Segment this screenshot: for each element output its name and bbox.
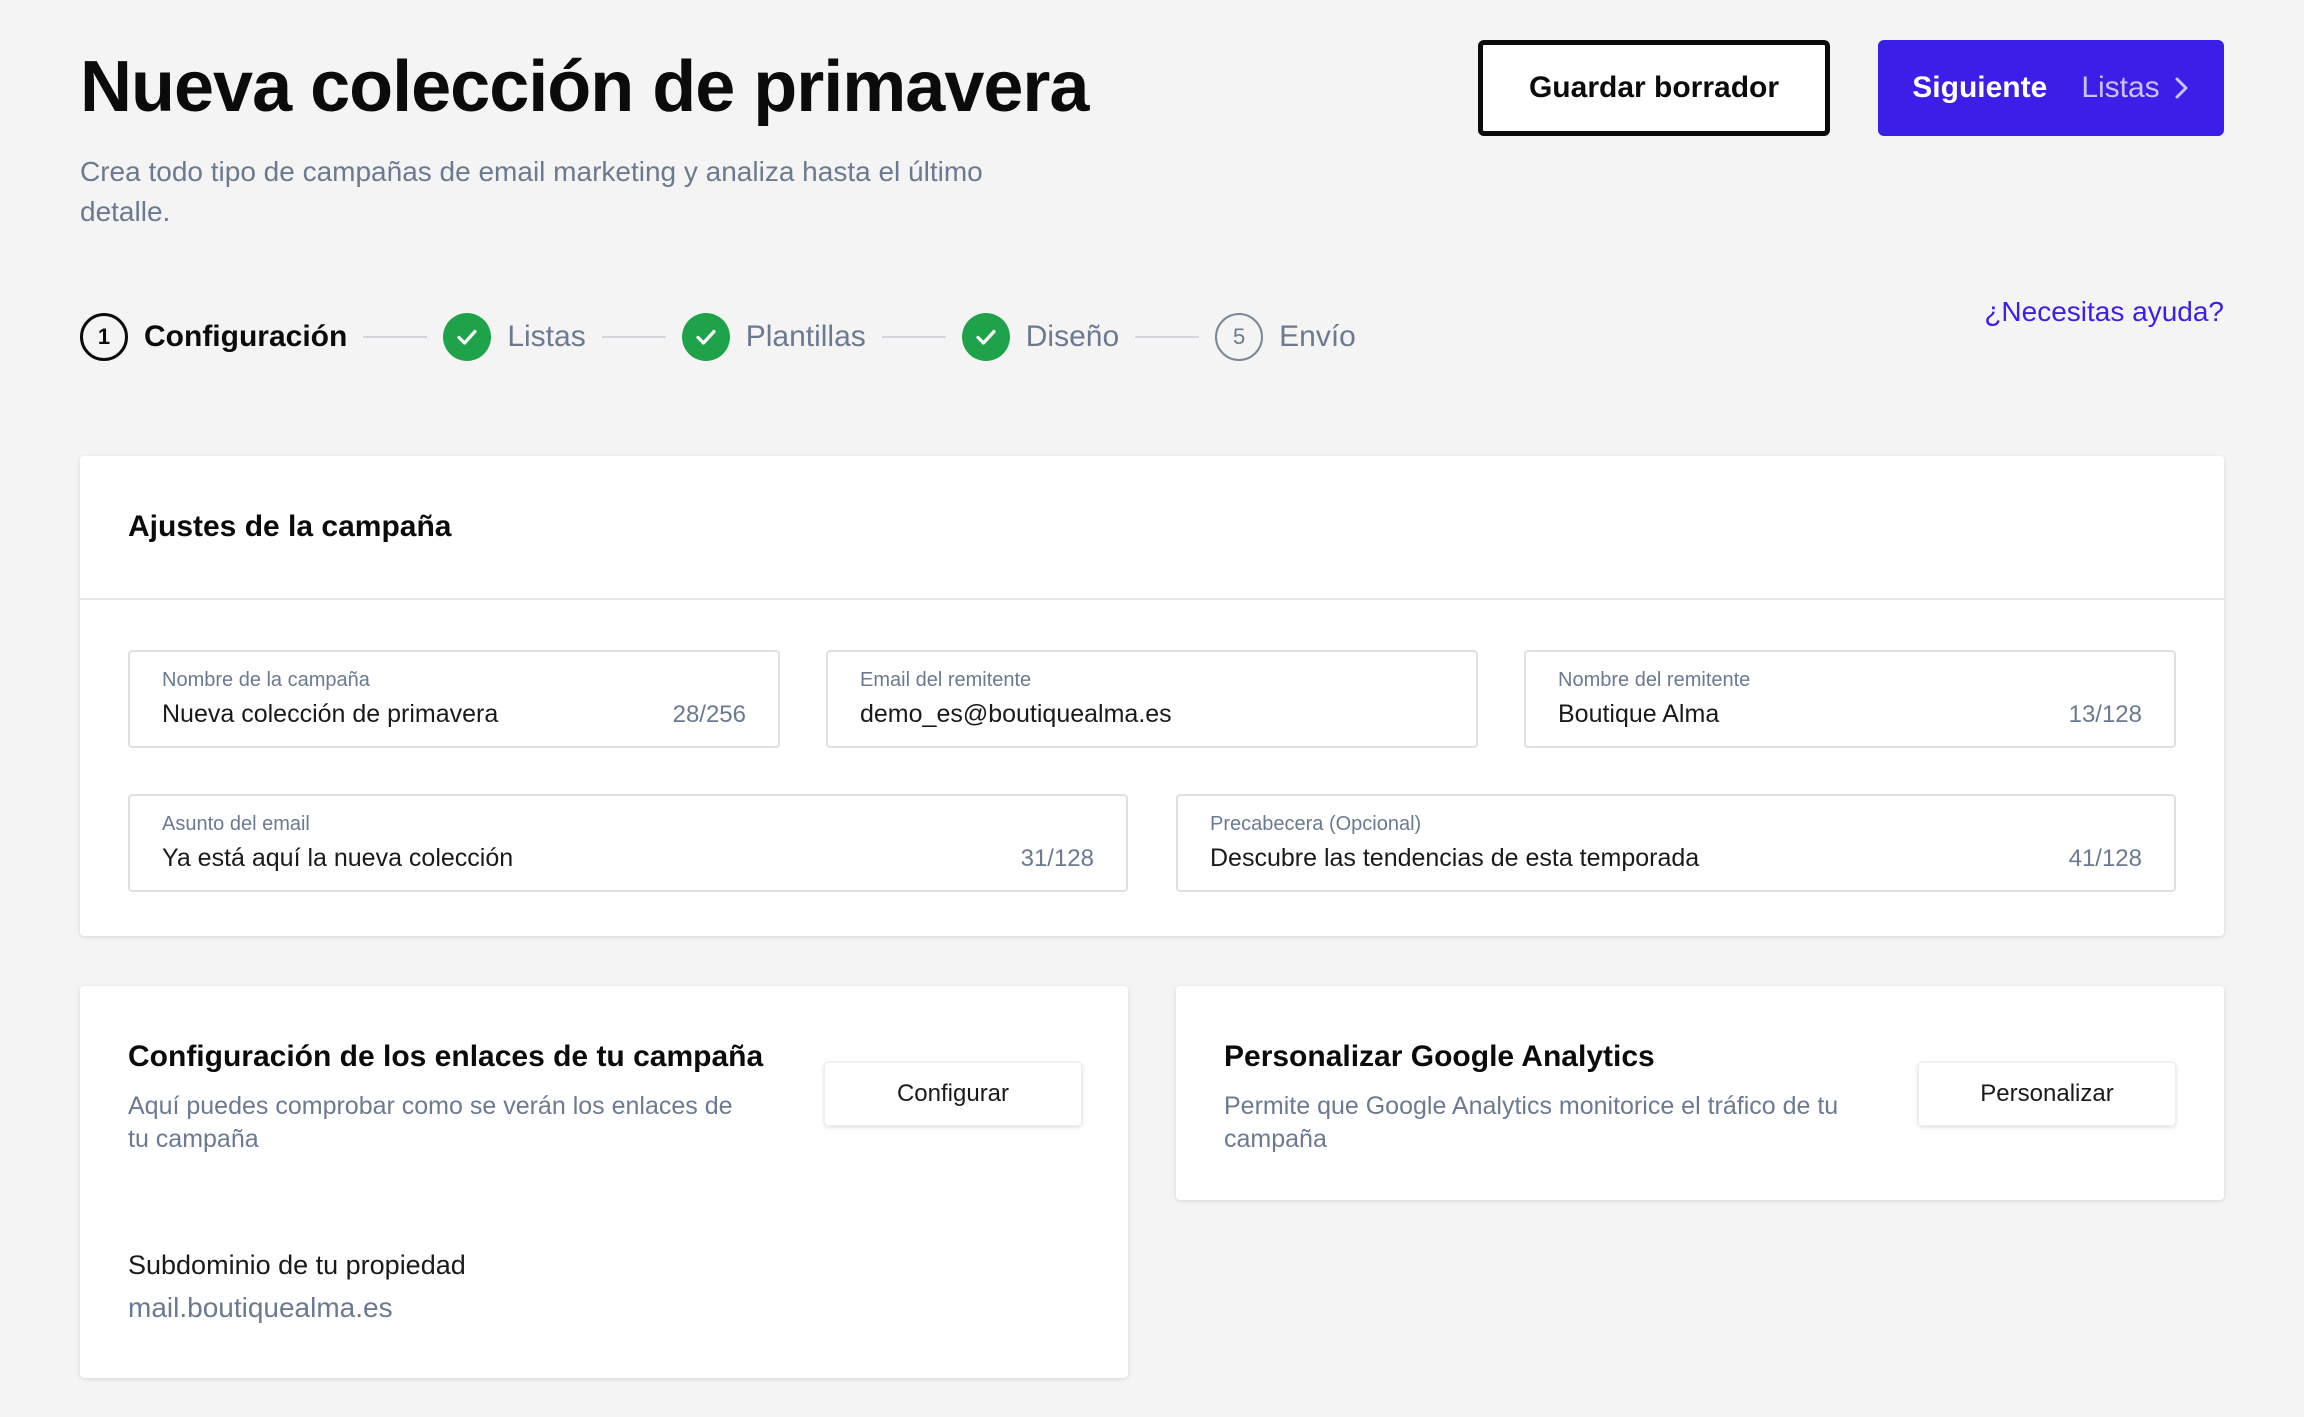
next-button[interactable]: Siguiente Listas [1878,40,2224,136]
links-config-card: Configuración de los enlaces de tu campa… [80,986,1128,1378]
save-draft-button[interactable]: Guardar borrador [1478,40,1830,136]
field-label: Nombre de la campaña [162,669,370,691]
subject-field[interactable]: Asunto del email Ya está aquí la nueva c… [128,794,1128,892]
step-envio[interactable]: 5 Envío [1215,313,1356,361]
char-counter: 31/128 [1020,845,1094,872]
page-title: Nueva colección de primavera [80,47,1089,127]
card-title: Ajustes de la campaña [128,510,452,543]
help-link[interactable]: ¿Necesitas ayuda? [1984,296,2224,328]
step-number-5: 5 [1215,313,1264,361]
step-connector [601,336,666,338]
google-analytics-card: Personalizar Google Analytics Permite qu… [1176,986,2224,1200]
subject-input[interactable]: Ya está aquí la nueva colección [162,844,513,873]
sender-name-field[interactable]: Nombre del remitente Boutique Alma 13/12… [1524,650,2176,748]
preheader-input[interactable]: Descubre las tendencias de esta temporad… [1210,844,1699,873]
save-draft-label: Guardar borrador [1528,71,1780,104]
subdomain-value: mail.boutiquealma.es [128,1292,393,1323]
chevron-right-icon [2175,77,2188,99]
card-header: Ajustes de la campaña [80,456,2224,600]
field-label: Precabecera (Opcional) [1210,813,1422,835]
subdomain-label: Subdominio de tu propiedad [128,1250,466,1280]
card-title: Personalizar Google Analytics [1224,1040,1655,1073]
card-description: Permite que Google Analytics monitorice … [1224,1092,1839,1153]
check-icon [681,313,730,361]
step-connector [881,336,946,338]
field-label: Nombre del remitente [1558,669,1751,691]
step-label-envio: Envío [1279,320,1356,353]
configure-button[interactable]: Configurar [824,1062,1082,1126]
next-step-hint: Listas [2081,71,2189,105]
step-diseno[interactable]: Diseño [961,313,1120,361]
campaign-settings-card: Ajustes de la campaña Nombre de la campa… [80,456,2224,936]
next-step-label: Listas [2081,71,2160,104]
stepper: 1 Configuración Listas Plantillas Diseño [80,312,1356,362]
step-configuracion[interactable]: 1 Configuración [80,313,347,361]
sender-email-field[interactable]: Email del remitente demo_es@boutiquealma… [826,650,1478,748]
next-label: Siguiente [1912,71,2048,104]
field-label: Email del remitente [860,669,1032,691]
customize-button[interactable]: Personalizar [1918,1062,2176,1126]
step-listas[interactable]: Listas [443,313,586,361]
campaign-editor: Nueva colección de primavera Crea todo t… [0,0,2304,1417]
step-label-configuracion: Configuración [144,320,348,353]
step-label-diseno: Diseño [1025,320,1120,353]
step-connector [363,336,428,338]
step-number-1: 1 [80,313,128,361]
char-counter: 13/128 [2068,701,2142,728]
step-connector [1135,336,1200,338]
campaign-name-input[interactable]: Nueva colección de primavera [162,700,498,729]
check-icon [961,313,1010,361]
page-subtitle: Crea todo tipo de campañas de email mark… [80,156,983,227]
sender-email-input[interactable]: demo_es@boutiquealma.es [860,700,1172,729]
card-description: Aquí puedes comprobar como se verán los … [128,1092,733,1153]
sender-name-input[interactable]: Boutique Alma [1558,700,1719,729]
field-label: Asunto del email [162,813,310,835]
char-counter: 28/256 [672,701,746,728]
step-label-listas: Listas [507,320,586,353]
step-plantillas[interactable]: Plantillas [681,313,866,361]
campaign-name-field[interactable]: Nombre de la campaña Nueva colección de … [128,650,780,748]
step-label-plantillas: Plantillas [745,320,866,353]
char-counter: 41/128 [2068,845,2142,872]
card-title: Configuración de los enlaces de tu campa… [128,1040,764,1073]
check-icon [443,313,492,361]
preheader-field[interactable]: Precabecera (Opcional) Descubre las tend… [1176,794,2176,892]
